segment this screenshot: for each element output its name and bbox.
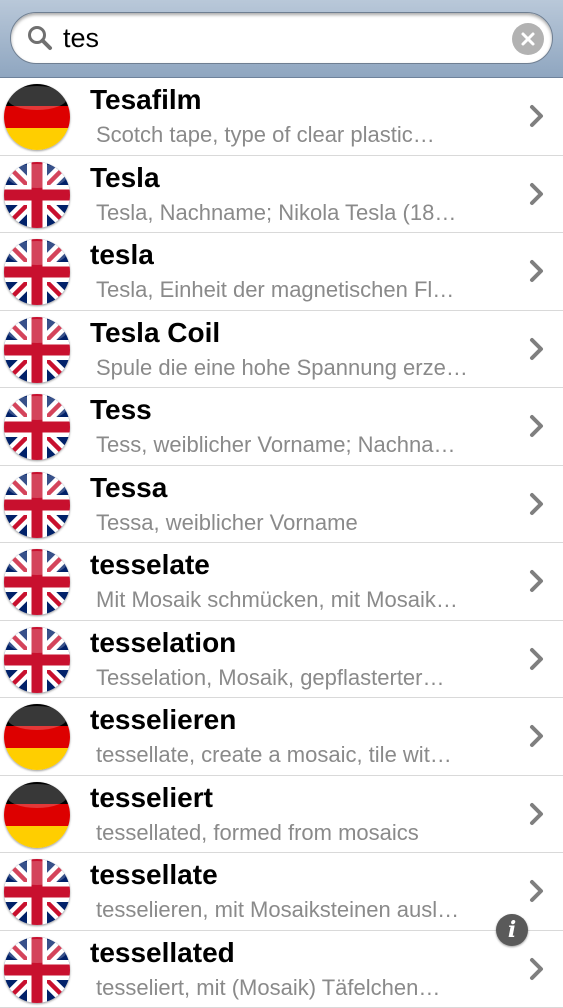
chevron-right-icon (529, 492, 545, 516)
chevron-right-icon (529, 569, 545, 593)
result-definition: Tesla, Einheit der magnetischen Fl… (96, 277, 511, 303)
search-input[interactable] (63, 19, 503, 57)
result-definition: tesselieren, mit Mosaiksteinen ausl… (96, 897, 511, 923)
result-term: Tesla Coil (90, 317, 220, 349)
result-definition: Tesla, Nachname; Nikola Tesla (18… (96, 200, 511, 226)
result-row[interactable]: tesseliert tessellated, formed from mosai… (0, 776, 563, 854)
magnifier-icon (27, 25, 53, 51)
result-definition: tesseliert, mit (Mosaik) Täfelchen… (96, 975, 511, 1001)
result-definition: Tessa, weiblicher Vorname (96, 510, 511, 536)
chevron-right-icon (529, 879, 545, 903)
result-row[interactable]: Tessa Tessa, weiblicher Vorname (0, 466, 563, 544)
german-flag-icon (4, 84, 70, 150)
result-definition: Scotch tape, type of clear plastic… (96, 122, 511, 148)
result-row[interactable]: Tesla Coil Spule die eine hohe Spannung e… (0, 311, 563, 389)
result-row[interactable]: Tesla Tesla, Nachname; Nikola Tesla (18… (0, 156, 563, 234)
result-row[interactable]: tesselation Tesselation, Mosaik, gepflast… (0, 621, 563, 699)
uk-flag-icon (4, 394, 70, 460)
chevron-right-icon (529, 802, 545, 826)
uk-flag-icon (4, 239, 70, 305)
results-list: Tesafilm Scotch tape, type of clear plast… (0, 78, 563, 1008)
result-term: Tess (90, 394, 152, 426)
chevron-right-icon (529, 182, 545, 206)
result-definition: Spule die eine hohe Spannung erze… (96, 355, 511, 381)
result-definition: tessellated, formed from mosaics (96, 820, 511, 846)
uk-flag-icon (4, 162, 70, 228)
chevron-right-icon (529, 104, 545, 128)
german-flag-icon (4, 704, 70, 770)
result-term: tesselate (90, 549, 210, 581)
result-term: Tesafilm (90, 84, 202, 116)
uk-flag-icon (4, 549, 70, 615)
result-row[interactable]: tessellated tesseliert, mit (Mosaik) Täfe… (0, 931, 563, 1008)
clear-search-button[interactable] (512, 23, 544, 55)
result-term: tesla (90, 239, 154, 271)
result-row[interactable]: tesla Tesla, Einheit der magnetischen Fl… (0, 233, 563, 311)
uk-flag-icon (4, 859, 70, 925)
result-row[interactable]: tesselieren tessellate, create a mosaic, … (0, 698, 563, 776)
chevron-right-icon (529, 259, 545, 283)
search-field[interactable] (10, 12, 553, 64)
result-row[interactable]: Tesafilm Scotch tape, type of clear plast… (0, 78, 563, 156)
chevron-right-icon (529, 957, 545, 981)
result-term: tessellate (90, 859, 218, 891)
chevron-right-icon (529, 337, 545, 361)
german-flag-icon (4, 782, 70, 848)
result-row[interactable]: Tess Tess, weiblicher Vorname; Nachna… (0, 388, 563, 466)
result-term: Tessa (90, 472, 167, 504)
search-bar (0, 0, 563, 78)
result-term: tessellated (90, 937, 235, 969)
uk-flag-icon (4, 627, 70, 693)
result-definition: Tesselation, Mosaik, gepflasterter… (96, 665, 511, 691)
clear-icon (520, 31, 536, 47)
uk-flag-icon (4, 317, 70, 383)
chevron-right-icon (529, 647, 545, 671)
result-definition: Mit Mosaik schmücken, mit Mosaik… (96, 587, 511, 613)
result-term: Tesla (90, 162, 160, 194)
result-row[interactable]: tessellate tesselieren, mit Mosaiksteinen… (0, 853, 563, 931)
result-term: tesseliert (90, 782, 213, 814)
result-definition: tessellate, create a mosaic, tile wit… (96, 742, 511, 768)
result-row[interactable]: tesselate Mit Mosaik schmücken, mit Mosai… (0, 543, 563, 621)
chevron-right-icon (529, 724, 545, 748)
result-definition: Tess, weiblicher Vorname; Nachna… (96, 432, 511, 458)
result-term: tesselieren (90, 704, 236, 736)
result-term: tesselation (90, 627, 236, 659)
uk-flag-icon (4, 937, 70, 1003)
uk-flag-icon (4, 472, 70, 538)
chevron-right-icon (529, 414, 545, 438)
info-button[interactable]: i (496, 914, 528, 946)
